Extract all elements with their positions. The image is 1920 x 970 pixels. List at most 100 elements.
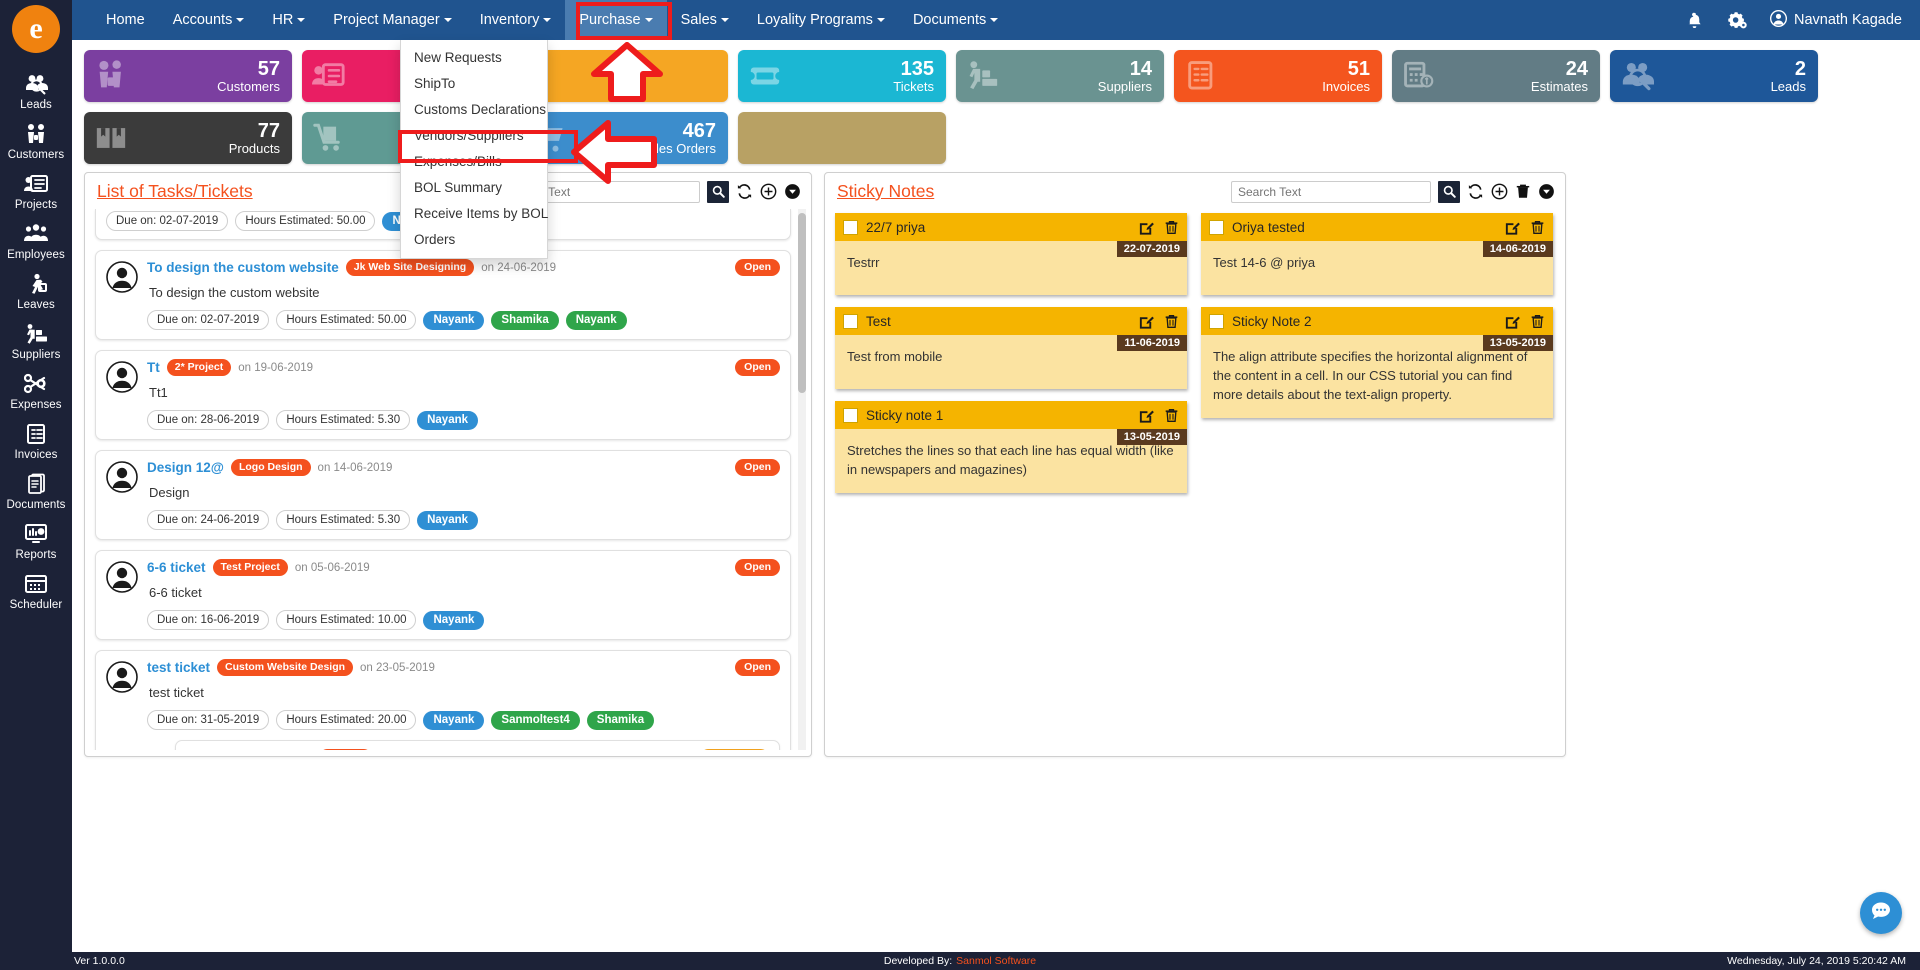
gear-settings-icon[interactable] <box>1726 10 1748 30</box>
tile-estimates[interactable]: 24 Estimates <box>1392 50 1600 102</box>
sidebar-item-expenses[interactable]: Expenses <box>0 367 72 417</box>
task-card[interactable]: To design the custom website Jk Web Site… <box>95 250 791 340</box>
notes-panel-title[interactable]: Sticky Notes <box>837 181 934 202</box>
task-card[interactable]: test ticket Custom Website Design on 23-… <box>95 650 791 750</box>
task-title[interactable]: test ticket <box>147 660 210 675</box>
delete-icon[interactable] <box>1530 313 1545 330</box>
edit-icon[interactable] <box>1504 313 1521 330</box>
sidebar-item-leads[interactable]: Leads <box>0 67 72 117</box>
refresh-icon[interactable] <box>1467 183 1484 200</box>
delete-icon[interactable] <box>1530 219 1545 236</box>
sticky-note[interactable]: Sticky Note 2 13-05-2019 The align attri… <box>1201 307 1553 418</box>
tasks-scroll-area[interactable]: Due on: 02-07-2019 Hours Estimated: 50.0… <box>87 209 809 750</box>
dropdown-item-new-requests[interactable]: New Requests <box>401 45 547 71</box>
edit-icon[interactable] <box>1138 219 1155 236</box>
task-card[interactable]: Design 12@ Logo Design on 14-06-2019 Des… <box>95 450 791 540</box>
sidebar-item-projects[interactable]: Projects <box>0 167 72 217</box>
sidebar-item-scheduler[interactable]: Scheduler <box>0 567 72 617</box>
edit-icon[interactable] <box>1138 313 1155 330</box>
note-checkbox[interactable] <box>843 407 858 423</box>
tile-tickets[interactable]: 135 Tickets <box>738 50 946 102</box>
refresh-icon[interactable] <box>736 183 753 200</box>
note-checkbox[interactable] <box>843 313 858 329</box>
sidebar-item-documents[interactable]: Documents <box>0 467 72 517</box>
footer-company-link[interactable]: Sanmol Software <box>956 955 1036 967</box>
tasks-panel-title[interactable]: List of Tasks/Tickets <box>97 181 253 202</box>
tile-customers[interactable]: 57 Customers <box>84 50 292 102</box>
notes-panel-header: Sticky Notes <box>825 173 1565 209</box>
task-title[interactable]: Tt <box>147 360 160 375</box>
task-assignee-chip: Shamika <box>586 710 655 730</box>
task-title[interactable]: 6-6 ticket <box>147 560 206 575</box>
sidebar-item-suppliers[interactable]: Suppliers <box>0 317 72 367</box>
chevron-down-icon[interactable] <box>784 183 801 200</box>
tasks-scrollbar-thumb[interactable] <box>798 213 806 393</box>
sticky-note[interactable]: Oriya tested 14-06-2019 Test 14-6 @ priy… <box>1201 213 1553 295</box>
chevron-down-icon[interactable] <box>1538 183 1555 200</box>
sidebar-item-employees[interactable]: Employees <box>0 217 72 267</box>
dropdown-item-bol-summary[interactable]: BOL Summary <box>401 175 547 201</box>
nav-item-documents[interactable]: Documents <box>899 0 1012 40</box>
customers-people-icon <box>24 121 48 147</box>
sidebar-item-invoices[interactable]: Invoices <box>0 417 72 467</box>
user-menu[interactable]: Navnath Kagade <box>1769 9 1902 31</box>
tile-hidden-orange[interactable] <box>520 50 728 102</box>
task-card[interactable]: Tt 2* Project on 19-06-2019 Tt1 Due on: … <box>95 350 791 440</box>
dropdown-item-vendors-suppliers[interactable]: Vendors/Suppliers <box>401 123 547 149</box>
delete-icon[interactable] <box>1164 219 1179 236</box>
dropdown-item-shipto[interactable]: ShipTo <box>401 71 547 97</box>
notes-search-input[interactable] <box>1231 180 1431 203</box>
sidebar-item-label: Documents <box>6 499 66 511</box>
nav-item-accounts[interactable]: Accounts <box>159 0 259 40</box>
edit-icon[interactable] <box>1138 407 1155 424</box>
footer-bar: Ver 1.0.0.0 Developed By: Sanmol Softwar… <box>0 952 1920 970</box>
avatar <box>106 261 138 330</box>
chat-bubble-icon <box>1869 899 1893 928</box>
tile-products[interactable]: 77 Products <box>84 112 292 164</box>
tile-sales-orders[interactable]: 467 Sales Orders <box>520 112 728 164</box>
tile-leads[interactable]: 2 Leads <box>1610 50 1818 102</box>
dropdown-item-expenses-bills[interactable]: Expenses/Bills <box>401 149 547 175</box>
nav-item-sales[interactable]: Sales <box>667 0 743 40</box>
app-logo[interactable]: e <box>12 5 60 53</box>
dropdown-item-customs-declarations[interactable]: Customs Declarations <box>401 97 547 123</box>
nav-item-project-manager[interactable]: Project Manager <box>319 0 465 40</box>
tile-invoices[interactable]: 51 Invoices <box>1174 50 1382 102</box>
nav-label: Documents <box>912 12 987 28</box>
task-title[interactable]: To design the custom website <box>147 260 339 275</box>
sidebar-item-leaves[interactable]: Leaves <box>0 267 72 317</box>
nav-item-purchase[interactable]: Purchase <box>565 0 667 40</box>
notification-bell-icon[interactable] <box>1685 11 1704 30</box>
delete-icon[interactable] <box>1164 313 1179 330</box>
sticky-note[interactable]: Sticky note 1 13-05-2019 Stretches the l… <box>835 401 1187 493</box>
task-title[interactable]: Design 12@ <box>147 460 224 475</box>
add-icon[interactable] <box>1491 183 1508 200</box>
search-icon[interactable] <box>707 180 729 203</box>
note-checkbox[interactable] <box>1209 219 1224 235</box>
task-log-card[interactable]: test ticket logs Nayank 23-05-2019 test … <box>175 740 780 750</box>
add-icon[interactable] <box>760 183 777 200</box>
sticky-note[interactable]: Test 11-06-2019 Test from mobile <box>835 307 1187 389</box>
edit-icon[interactable] <box>1504 219 1521 236</box>
dropdown-item-receive-items-by-bol[interactable]: Receive Items by BOL <box>401 201 548 227</box>
avatar <box>106 361 138 430</box>
sidebar-item-customers[interactable]: Customers <box>0 117 72 167</box>
nav-item-home[interactable]: Home <box>92 0 159 40</box>
task-card[interactable]: 6-6 ticket Test Project on 05-06-2019 6-… <box>95 550 791 640</box>
delete-icon[interactable] <box>1164 407 1179 424</box>
sidebar-item-reports[interactable]: Reports <box>0 517 72 567</box>
tile-hidden-gold[interactable] <box>738 112 946 164</box>
nav-item-loyality-programs[interactable]: Loyality Programs <box>743 0 899 40</box>
note-checkbox[interactable] <box>1209 313 1224 329</box>
dropdown-item-orders[interactable]: Orders <box>401 227 547 253</box>
sticky-note[interactable]: 22/7 priya 22-07-2019 Testrr <box>835 213 1187 295</box>
delete-icon[interactable] <box>1515 183 1531 200</box>
nav-item-inventory[interactable]: Inventory <box>466 0 566 40</box>
nav-item-hr[interactable]: HR <box>258 0 319 40</box>
note-checkbox[interactable] <box>843 219 858 235</box>
tile-suppliers[interactable]: 14 Suppliers <box>956 50 1164 102</box>
chat-fab-button[interactable] <box>1860 892 1902 934</box>
search-icon[interactable] <box>1438 180 1460 203</box>
note-body: 13-05-2019 Stretches the lines so that e… <box>835 429 1187 493</box>
tile-text: 77 Products <box>229 120 280 156</box>
